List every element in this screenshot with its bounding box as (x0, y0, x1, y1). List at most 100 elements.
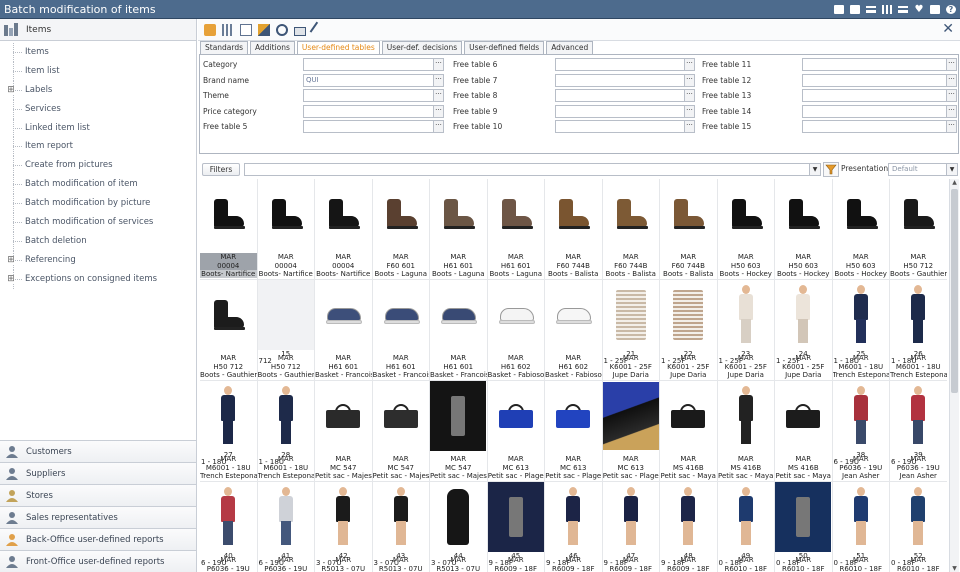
scroll-down-icon[interactable]: ▼ (950, 565, 959, 572)
picture-cell[interactable]: MAR H50 712 Boots - Gauthier (890, 179, 947, 280)
lookup-button[interactable]: ··· (433, 89, 444, 102)
picture-cell[interactable]: 27 1 - 18U MAR M6001 - 18U Trench Estepona (200, 381, 258, 482)
sidebar-item[interactable]: Batch deletion (0, 231, 196, 251)
tab[interactable]: Additions (250, 41, 295, 54)
sidebar-header[interactable]: Items (0, 19, 196, 41)
folder-icon[interactable] (834, 5, 844, 14)
help-icon[interactable]: ? (946, 5, 956, 14)
picture-cell[interactable]: 500 - 18FMARR6010 - 18FRobe Acacia (775, 482, 833, 572)
picture-cell[interactable]: MARMC 547Petit sac - Majeste (430, 381, 488, 482)
field-input[interactable]: ··· (303, 58, 444, 71)
field-input[interactable]: ··· (303, 104, 444, 118)
picture-cell[interactable]: 28 1 - 18U MAR M6001 - 18U Trench Estepona (257, 381, 315, 482)
picture-cell[interactable]: 416 - 19UMARP6036 - 19UJean Asher (257, 482, 315, 572)
module-button[interactable]: Suppliers (0, 462, 196, 484)
picture-cell[interactable]: 443 - 07UMARR5013 - 07URobe Gala (430, 482, 488, 572)
picture-cell[interactable]: MAR H61 601 Boots - Laguna (487, 179, 545, 280)
filter-combo[interactable]: ▼ (244, 163, 821, 176)
field-input[interactable]: ··· (303, 120, 444, 133)
field-input[interactable]: ··· (555, 120, 695, 133)
tab[interactable]: User-def. decisions (381, 41, 463, 54)
expand-icon[interactable]: ⊞ (7, 85, 15, 94)
chevron-down-icon[interactable]: ▼ (946, 164, 957, 175)
filter-clear-icon[interactable] (258, 23, 270, 36)
field-input[interactable]: ··· (555, 104, 695, 118)
picture-cell[interactable]: 469 - 18FMARR6009 - 18FRobe Celestina (545, 482, 603, 572)
module-button[interactable]: Back-Office user-defined reports (0, 528, 196, 550)
sidebar-item[interactable]: Item report (0, 137, 196, 157)
settings-icon[interactable] (930, 5, 940, 14)
lookup-button[interactable]: ··· (946, 104, 957, 118)
columns-icon[interactable] (222, 23, 234, 36)
module-button[interactable]: Stores (0, 484, 196, 506)
sidebar-item[interactable]: Batch modification of item (0, 175, 196, 195)
picture-cell[interactable]: 489 - 18FMARR6009 - 18FRobe Celestina (660, 482, 718, 572)
lookup-button[interactable]: ··· (946, 120, 957, 133)
picture-cell[interactable]: 15 712 MAR H50 712 Boots - Gauthier (257, 280, 315, 381)
picture-cell[interactable]: 25 1 - 18U MAR M6001 - 18U Trench Estepona (832, 280, 890, 381)
close-icon[interactable]: ✕ (942, 21, 954, 37)
picture-cell[interactable]: 479 - 18FMARR6009 - 18FRobe Celestina (602, 482, 660, 572)
picture-cell[interactable]: MAR F60 601 Boots - Laguna (372, 179, 430, 280)
lookup-button[interactable]: ··· (946, 89, 957, 102)
field-input[interactable]: ··· (555, 89, 695, 102)
picture-cell[interactable]: MAR H50 712 Boots - Gauthier (200, 280, 258, 381)
magic-wand-icon[interactable] (309, 21, 327, 38)
search-icon[interactable] (276, 23, 288, 36)
lookup-button[interactable]: ··· (433, 104, 444, 118)
picture-cell[interactable]: MAR F60 744B Boots - Balista (660, 179, 718, 280)
picture-cell[interactable]: MAR H61 601 Basket - Francois (372, 280, 430, 381)
picture-cell[interactable]: 433 - 07UMARR5013 - 07URobe Gala (372, 482, 430, 572)
lookup-button[interactable]: ··· (946, 58, 957, 71)
printer-icon[interactable] (294, 26, 306, 36)
chevron-down-icon[interactable]: ▼ (809, 164, 820, 175)
picture-cell[interactable]: 510 - 18FMARR6010 - 18FRobe Acacia (832, 482, 890, 572)
picture-cell[interactable]: MARMC 547Petit sac - Majeste (372, 381, 430, 482)
field-input[interactable]: ··· (802, 120, 957, 133)
sidebar-item[interactable]: Items (0, 43, 196, 62)
picture-cell[interactable]: MAR MS 416B Petit sac - Maya (660, 381, 718, 482)
picture-cell[interactable]: MAR 00004 Boots- Nartifice (315, 179, 373, 280)
lookup-button[interactable]: ··· (684, 104, 695, 118)
scrollbar-thumb[interactable] (951, 189, 958, 393)
picture-cell[interactable]: MAR 00004 Boots- Nartifice (257, 179, 315, 280)
picture-cell[interactable]: MARMC 547Petit sac - Majeste (315, 381, 373, 482)
funnel-icon[interactable] (823, 162, 839, 177)
tab[interactable]: User-defined fields (464, 41, 545, 54)
picture-cell[interactable]: 459 - 18FMARR6009 - 18FRobe Celestina (487, 482, 545, 572)
field-input[interactable]: ··· (555, 73, 695, 87)
list-icon[interactable] (866, 6, 876, 13)
sidebar-item[interactable]: Services (0, 99, 196, 119)
field-input[interactable]: ··· (802, 104, 957, 118)
picture-cell[interactable]: 26 1 - 18U MAR M6001 - 18U Trench Estepona (890, 280, 947, 381)
picture-cell[interactable]: MAR H61 602 Basket - Fabioso (545, 280, 603, 381)
picture-cell[interactable]: MAR H50 603 Boots - Hockey (832, 179, 890, 280)
sidebar-item[interactable]: ⊞ Exceptions on consigned items (0, 269, 196, 289)
favorite-icon[interactable]: ♥ (914, 5, 924, 15)
sidebar-item[interactable]: Create from pictures (0, 156, 196, 176)
picture-cell[interactable]: 22 1 - 25F MAR K6001 - 25F Jupe Daria (660, 280, 718, 381)
picture-cell[interactable]: MAR H61 601 Basket - Francois (430, 280, 488, 381)
picture-cell[interactable]: 39 6 - 19U MAR P6036 - 19U Jean Asher (890, 381, 947, 482)
scroll-up-icon[interactable]: ▲ (950, 179, 959, 186)
presentations-select[interactable]: Default ▼ (888, 163, 958, 176)
document-icon[interactable] (850, 5, 860, 14)
picture-cell[interactable]: MAR MC 613 Petit sac - Plage (602, 381, 660, 482)
picture-cell[interactable]: MAR MC 613 Petit sac - Plage (487, 381, 545, 482)
export-icon[interactable] (240, 23, 252, 36)
filters-button[interactable]: Filters (202, 163, 240, 176)
picture-cell[interactable]: MAR F60 744B Boots - Balista (602, 179, 660, 280)
sidebar-item[interactable]: ⊞ Referencing (0, 250, 196, 270)
picture-cell[interactable]: 38 6 - 19U MAR P6036 - 19U Jean Asher (832, 381, 890, 482)
lookup-button[interactable]: ··· (433, 120, 444, 133)
picture-cell[interactable]: 23 1 - 25F MAR K6001 - 25F Jupe Daria (717, 280, 775, 381)
lookup-button[interactable]: ··· (684, 89, 695, 102)
picture-cell[interactable]: MAR H50 603 Boots - Hockey (717, 179, 775, 280)
picture-cell[interactable]: MAR H50 603 Boots - Hockey (775, 179, 833, 280)
picture-cell[interactable]: MAR F60 744B Boots - Balista (545, 179, 603, 280)
picture-cell[interactable]: MAR H61 601 Boots - Laguna (430, 179, 488, 280)
module-button[interactable]: Customers (0, 440, 196, 462)
picture-cell[interactable]: 423 - 07UMARR5013 - 07URobe Gala (315, 482, 373, 572)
picture-cell[interactable]: 520 - 18FMARR6010 - 18FRobe Acacia (890, 482, 947, 572)
module-button[interactable]: Front-Office user-defined reports (0, 550, 196, 572)
